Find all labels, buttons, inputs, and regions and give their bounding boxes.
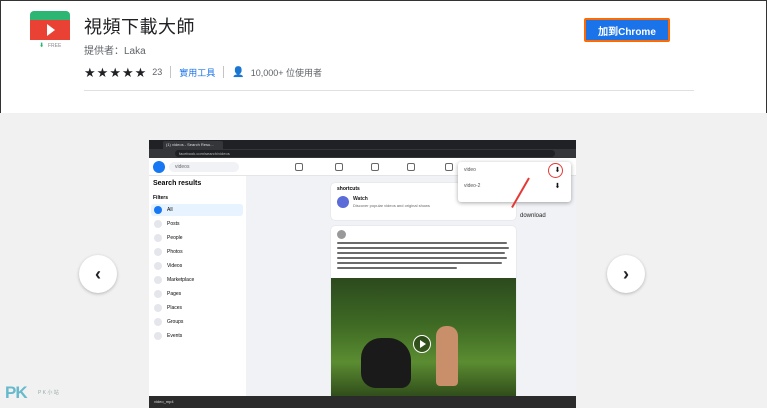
fb-feed: shortcuts Watch Discover popular videos …: [246, 176, 576, 398]
filter-item: Places: [151, 302, 243, 314]
browser-toolbar: facebook.com/search/videos: [149, 149, 576, 158]
star-icon: ★: [84, 64, 96, 80]
offered-by-label: 提供者：: [84, 46, 124, 57]
watermark-logo: PK: [5, 383, 28, 402]
browser-tab-strip: (1) videos - Search Resu...: [149, 140, 576, 149]
popup-row: video-2 ⬇: [464, 183, 561, 190]
star-icon: ★: [134, 64, 147, 80]
fb-search-field: videos: [169, 162, 239, 172]
extension-title: 視頻下載大師: [84, 17, 195, 37]
carousel-next-button[interactable]: ›: [607, 255, 645, 293]
divider: [170, 66, 172, 78]
video-post-card: [331, 226, 516, 398]
divider: [223, 66, 225, 78]
filter-item: All: [151, 204, 243, 216]
offered-by: 提供者：Laka: [84, 42, 146, 57]
filter-item: Pages: [151, 288, 243, 300]
add-to-chrome-button[interactable]: 加到Chrome: [584, 18, 670, 42]
extension-logo-icon: ⬇ FREE: [30, 11, 70, 51]
video-thumbnail: [331, 278, 516, 398]
chevron-left-icon: ‹: [95, 263, 101, 284]
shortcuts-heading: shortcuts: [337, 186, 360, 192]
watch-subtitle: Discover popular videos and original sho…: [353, 203, 430, 208]
gaming-icon: [445, 163, 453, 171]
star-icon: ★: [121, 64, 134, 80]
address-bar: facebook.com/search/videos: [175, 150, 555, 157]
carousel-prev-button[interactable]: ‹: [79, 255, 117, 293]
filter-item: Posts: [151, 218, 243, 230]
play-icon: [413, 335, 431, 353]
watch-icon: [337, 196, 349, 208]
download-item: video_mp4: [154, 399, 174, 404]
star-icon: ★: [96, 64, 109, 80]
watermark-subtitle: P K 小 站: [38, 390, 59, 396]
watch-title: Watch: [353, 196, 368, 202]
friends-icon: [335, 163, 343, 171]
icon-free-label: FREE: [48, 43, 62, 49]
highlight-circle: [548, 163, 563, 178]
filter-item: Events: [151, 330, 243, 342]
star-icon: ★: [109, 64, 121, 80]
filter-item: Photos: [151, 246, 243, 258]
header-divider: [84, 90, 694, 91]
avatar: [337, 230, 346, 239]
browser-download-bar: video_mp4: [149, 396, 576, 408]
watch-icon: [371, 163, 379, 171]
developer-name: Laka: [124, 46, 146, 57]
facebook-logo-icon: [153, 161, 165, 173]
user-count: 10,000+ 位使用者: [250, 67, 323, 78]
person-icon: 👤: [232, 66, 245, 78]
category-link[interactable]: 實用工具: [179, 66, 215, 79]
download-arrow-icon: ⬇: [554, 183, 561, 190]
filter-item: People: [151, 232, 243, 244]
extension-meta-row: ★ ★ ★ ★ ★ 23 實用工具 👤 10,000+ 位使用者: [84, 65, 322, 79]
chevron-right-icon: ›: [623, 263, 629, 284]
rating-stars: ★ ★ ★ ★ ★: [84, 66, 146, 79]
extension-screenshot: (1) videos - Search Resu... facebook.com…: [149, 140, 576, 408]
browser-tab: (1) videos - Search Resu...: [163, 141, 223, 149]
filter-item: Videos: [151, 260, 243, 272]
search-results-title: Search results: [153, 180, 202, 187]
home-icon: [295, 163, 303, 171]
fb-search-sidebar: Search results Filters All Posts People …: [149, 176, 246, 396]
filter-item: Marketplace: [151, 274, 243, 286]
filters-label: Filters: [153, 195, 169, 201]
download-callout-label: download: [520, 213, 546, 219]
groups-icon: [407, 163, 415, 171]
filter-item: Groups: [151, 316, 243, 328]
rating-count[interactable]: 23: [152, 67, 162, 77]
